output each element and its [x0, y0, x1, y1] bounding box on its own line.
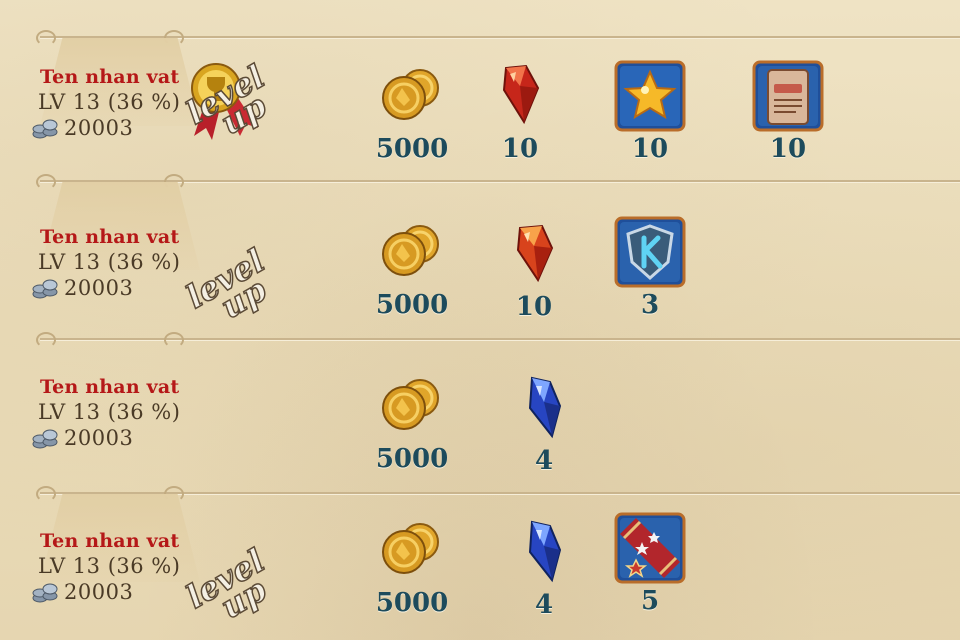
ornament	[36, 30, 56, 46]
reward-item: 5000	[362, 216, 462, 320]
reward-quantity: 4	[534, 590, 554, 620]
reward-quantity: 5000	[375, 588, 449, 618]
reward-quantity: 5000	[375, 134, 449, 164]
red-gem-icon	[516, 224, 554, 283]
reward-item: 10	[600, 60, 700, 164]
star-rank-badge-icon	[614, 512, 686, 584]
money-amount: 20003	[64, 276, 134, 300]
level-up-stamp: level up	[179, 241, 281, 334]
reward-row: Ten nhan vat LV 13 (36 %) 20003 level up…	[0, 174, 960, 335]
level-up-stamp: level up	[179, 541, 281, 634]
money-line: 20003	[32, 276, 180, 300]
reward-quantity: 10	[769, 134, 807, 164]
money-amount: 20003	[64, 116, 134, 140]
coin-stack-icon	[32, 583, 58, 603]
reward-item: 10	[738, 60, 838, 164]
character-name: Ten nhan vat	[40, 226, 180, 248]
ornament	[36, 332, 56, 348]
character-level: LV 13 (36 %)	[38, 554, 181, 578]
character-level: LV 13 (36 %)	[38, 400, 181, 424]
red-gem-icon	[502, 64, 540, 125]
reward-quantity: 10	[631, 134, 669, 164]
character-name: Ten nhan vat	[40, 530, 180, 552]
passed-scroll-icon	[752, 60, 824, 132]
reward-quantity: 5	[640, 586, 660, 616]
reward-item: 5	[600, 512, 700, 616]
gold-coins-icon	[382, 379, 439, 430]
reward-item: 4	[494, 372, 594, 476]
reward-item: 3	[600, 216, 700, 320]
character-level: LV 13 (36 %)	[38, 250, 181, 274]
coin-stack-icon	[32, 279, 58, 299]
reward-item: 10	[470, 60, 570, 164]
character-name: Ten nhan vat	[40, 66, 180, 88]
money-line: 20003	[32, 116, 180, 140]
money-amount: 20003	[64, 580, 134, 604]
reward-quantity: 5000	[375, 444, 449, 474]
reward-item: 5000	[362, 514, 462, 618]
blue-gem-icon	[528, 376, 562, 439]
money-line: 20003	[32, 426, 180, 450]
reward-item: 4	[494, 516, 594, 620]
reward-row: Ten nhan vat LV 13 (36 %) 20003 5000 4	[0, 332, 960, 493]
reward-quantity: 4	[534, 446, 554, 476]
reward-row: Ten nhan vat LV 13 (36 %) 20003 level up…	[0, 30, 960, 191]
reward-item: 5000	[362, 370, 462, 474]
reward-quantity: 5000	[375, 290, 449, 320]
character-level: LV 13 (36 %)	[38, 90, 181, 114]
reward-quantity: 10	[501, 134, 539, 164]
ornament	[36, 174, 56, 190]
coin-stack-icon	[32, 429, 58, 449]
character-name: Ten nhan vat	[40, 376, 180, 398]
money-line: 20003	[32, 580, 180, 604]
ornament	[164, 332, 184, 348]
coin-stack-icon	[32, 119, 58, 139]
gold-coins-icon	[382, 69, 439, 120]
reward-item: 5000	[362, 60, 462, 164]
gold-coins-icon	[382, 523, 439, 574]
blue-gem-icon	[528, 520, 562, 583]
gold-star-icon	[614, 60, 686, 132]
reward-item: 10	[484, 218, 584, 322]
ornament	[36, 486, 56, 502]
money-amount: 20003	[64, 426, 134, 450]
gold-coins-icon	[382, 225, 439, 276]
reward-quantity: 3	[640, 290, 660, 320]
reward-quantity: 10	[515, 292, 553, 322]
k-shield-icon	[614, 216, 686, 288]
reward-row: Ten nhan vat LV 13 (36 %) 20003 level up…	[0, 486, 960, 640]
